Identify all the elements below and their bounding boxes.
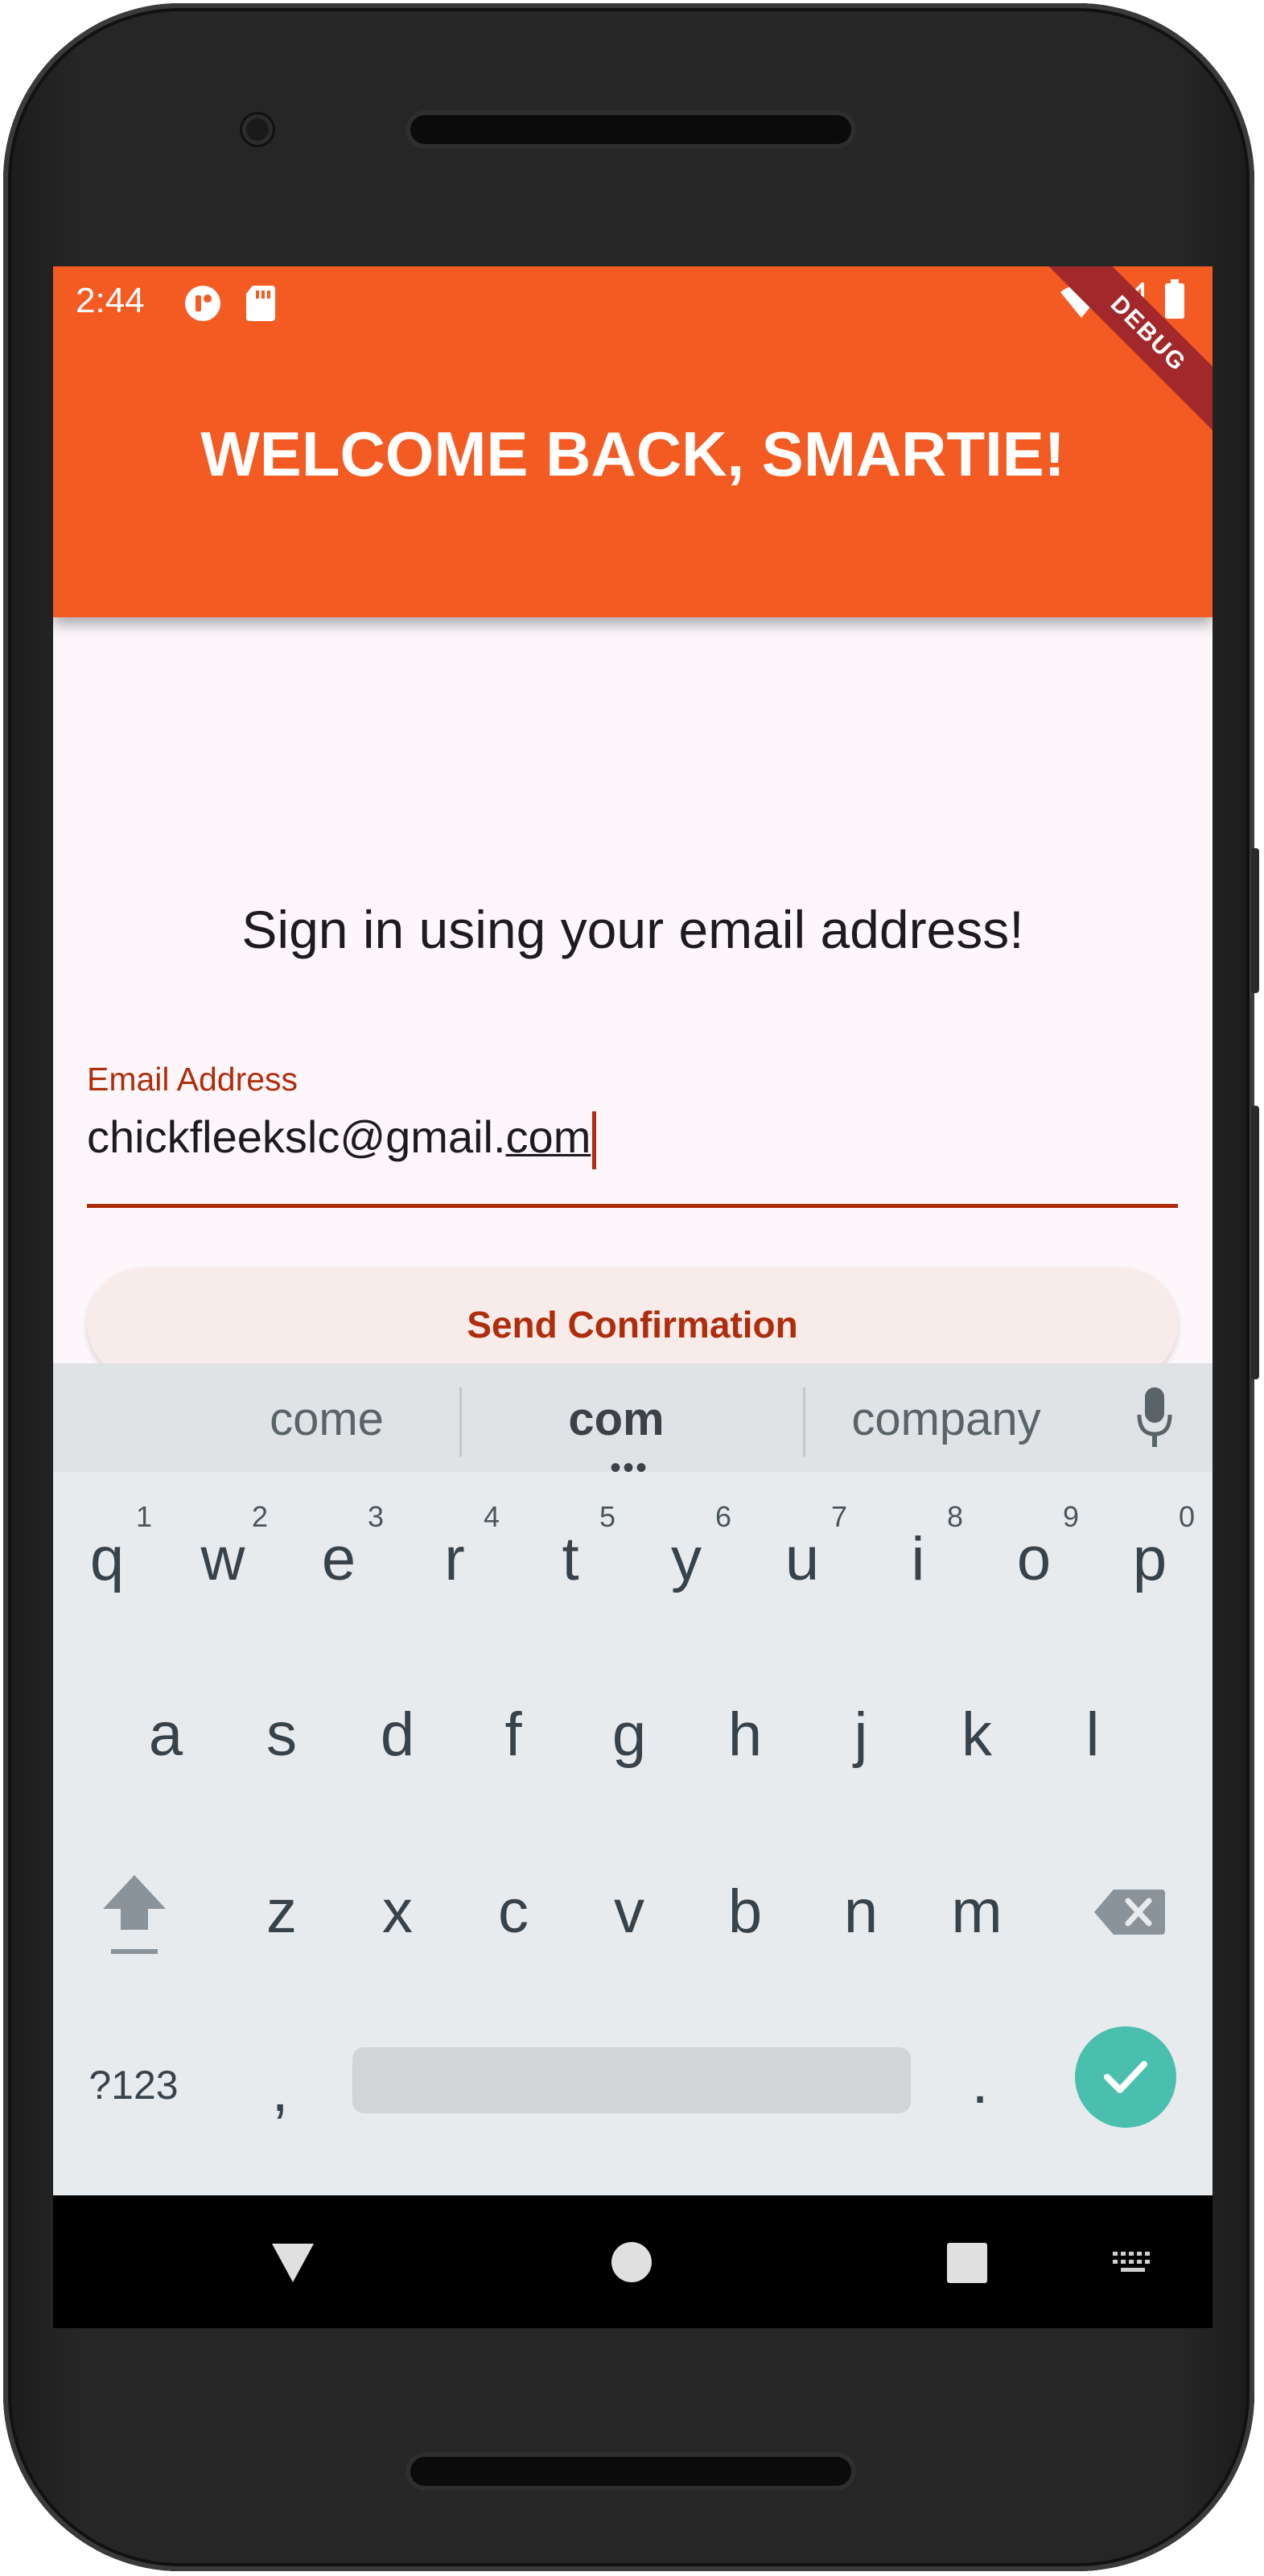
suggestion-divider xyxy=(803,1387,805,1457)
bottom-speaker xyxy=(406,2452,856,2491)
key-o[interactable]: o xyxy=(978,1524,1090,1594)
key-j[interactable]: j xyxy=(805,1700,917,1770)
key-t[interactable]: t xyxy=(514,1524,627,1594)
spacebar[interactable] xyxy=(352,2047,911,2113)
sign-in-prompt: Sign in using your email address! xyxy=(241,900,1024,959)
system-nav-bar xyxy=(53,2195,1213,2328)
key-l[interactable]: l xyxy=(1036,1700,1149,1770)
home-circle-icon[interactable] xyxy=(610,2240,653,2288)
key-y[interactable]: y xyxy=(630,1524,743,1594)
text-cursor xyxy=(592,1111,597,1170)
key-m[interactable]: m xyxy=(920,1877,1033,1947)
key-a[interactable]: a xyxy=(109,1700,222,1770)
key-s[interactable]: s xyxy=(225,1700,338,1770)
enter-button[interactable] xyxy=(1075,2026,1176,2128)
key-e[interactable]: e xyxy=(282,1524,395,1594)
suggestion-come[interactable]: come xyxy=(214,1392,439,1446)
sd-card-icon xyxy=(245,284,277,325)
email-field-label: Email Address xyxy=(87,1061,299,1098)
key-k[interactable]: k xyxy=(920,1700,1033,1770)
email-field-underline xyxy=(87,1204,1178,1208)
key-f[interactable]: f xyxy=(457,1700,570,1770)
key-r[interactable]: r xyxy=(398,1524,511,1594)
page-title: WELCOME BACK, SMARTIE! xyxy=(200,418,1065,489)
key-c[interactable]: c xyxy=(457,1877,570,1947)
email-composing-text: com xyxy=(505,1111,591,1162)
back-triangle-icon[interactable] xyxy=(269,2240,317,2290)
suggestion-com[interactable]: com xyxy=(504,1392,729,1446)
key-d[interactable]: d xyxy=(341,1700,454,1770)
soft-keyboard: come com ••• company 1 2 3 4 5 6 7 8 9 0 xyxy=(53,1363,1213,2195)
email-value-text: chickfleekslc@gmail. xyxy=(87,1111,506,1162)
power-button[interactable] xyxy=(1251,848,1259,993)
key-comma[interactable]: , xyxy=(224,2055,336,2125)
key-p[interactable]: p xyxy=(1093,1524,1206,1594)
top-speaker xyxy=(406,110,856,149)
suggestion-divider xyxy=(459,1387,462,1457)
screen: 2:44 DEBUG WELCOME BACK, SMARTIE! Sign i… xyxy=(53,266,1213,2328)
symbols-key[interactable]: ?123 xyxy=(69,2062,198,2108)
key-n[interactable]: n xyxy=(805,1877,917,1947)
key-period[interactable]: . xyxy=(924,2047,1036,2117)
key-z[interactable]: z xyxy=(225,1877,338,1947)
key-x[interactable]: x xyxy=(341,1877,454,1947)
key-v[interactable]: v xyxy=(573,1877,686,1947)
keyboard-switch-icon[interactable] xyxy=(1111,2250,1156,2280)
app-bar: 2:44 DEBUG WELCOME BACK, SMARTIE! xyxy=(53,266,1213,617)
notification-app-icon xyxy=(183,284,222,327)
front-camera xyxy=(242,114,273,145)
suggestion-strip: come com ••• company xyxy=(53,1363,1213,1486)
key-b[interactable]: b xyxy=(689,1877,801,1947)
key-i[interactable]: i xyxy=(862,1524,974,1594)
key-q[interactable]: q xyxy=(53,1524,163,1594)
key-h[interactable]: h xyxy=(689,1700,801,1770)
status-time: 2:44 xyxy=(76,281,145,320)
device-frame: 2:44 DEBUG WELCOME BACK, SMARTIE! Sign i… xyxy=(3,3,1259,2571)
key-u[interactable]: u xyxy=(746,1524,858,1594)
email-field[interactable]: chickfleekslc@gmail.com xyxy=(87,1111,597,1170)
microphone-icon[interactable] xyxy=(1136,1386,1173,1450)
recents-square-icon[interactable] xyxy=(946,2242,988,2288)
more-suggestions-icon[interactable]: ••• xyxy=(610,1450,648,1486)
battery-icon xyxy=(1163,279,1186,324)
suggestion-company[interactable]: company xyxy=(826,1392,1067,1446)
volume-button[interactable] xyxy=(1251,1106,1259,1379)
key-g[interactable]: g xyxy=(573,1700,686,1770)
check-icon xyxy=(1104,2060,1147,2093)
sign-in-form: Sign in using your email address! Email … xyxy=(53,617,1213,1422)
backspace-icon[interactable] xyxy=(1093,1886,1167,1942)
key-w[interactable]: w xyxy=(167,1524,279,1594)
shift-icon[interactable] xyxy=(98,1870,171,1963)
